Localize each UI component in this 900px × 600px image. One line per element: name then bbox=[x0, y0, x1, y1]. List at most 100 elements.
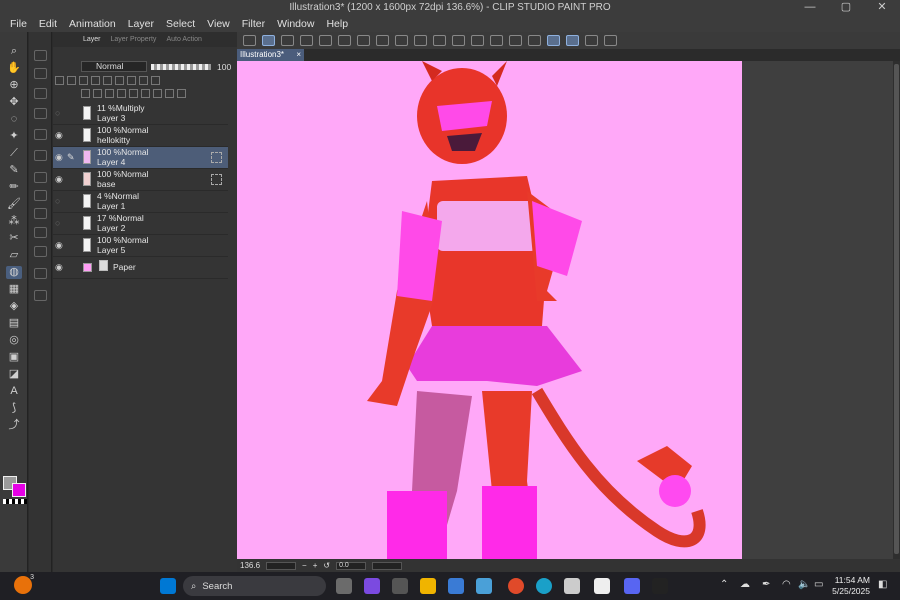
color-indicator[interactable] bbox=[3, 476, 27, 504]
open-folder-icon[interactable] bbox=[319, 35, 332, 46]
chevron-up-icon[interactable]: ⌃ bbox=[720, 579, 728, 590]
snap-special-ruler-icon[interactable] bbox=[566, 35, 579, 46]
layer-name[interactable]: base bbox=[97, 179, 115, 189]
visibility-icon[interactable]: ○ bbox=[55, 197, 64, 206]
zoom-slider[interactable] bbox=[266, 561, 297, 570]
eraser-icon[interactable]: ▱ bbox=[6, 249, 22, 262]
ibis-paint-icon[interactable] bbox=[652, 578, 668, 594]
gradient-icon[interactable]: ▤ bbox=[6, 317, 22, 330]
trash-icon[interactable] bbox=[177, 89, 186, 98]
visibility-icon[interactable]: ○ bbox=[55, 109, 64, 118]
ruler-icon[interactable]: ▣ bbox=[6, 351, 22, 364]
airbrush-icon[interactable]: ⁂ bbox=[6, 215, 22, 228]
layer-row[interactable]: ◉ 100 %Normal hellokitty bbox=[53, 125, 228, 147]
subtool-icon[interactable] bbox=[34, 246, 47, 257]
clip-studio-taskbar-icon[interactable] bbox=[564, 578, 580, 594]
decoration-icon[interactable]: ✂ bbox=[6, 232, 22, 245]
draft-icon[interactable] bbox=[91, 76, 100, 85]
hand-icon[interactable]: ✋ bbox=[6, 62, 22, 75]
save-icon[interactable] bbox=[338, 35, 351, 46]
combine-icon[interactable] bbox=[129, 89, 138, 98]
clip-studio-paint-icon[interactable] bbox=[594, 578, 610, 594]
zoom-icon[interactable]: ⌕ bbox=[6, 45, 22, 58]
figure-icon[interactable]: ◎ bbox=[6, 334, 22, 347]
redo-icon[interactable] bbox=[376, 35, 389, 46]
clear-icon[interactable] bbox=[414, 35, 427, 46]
close-tab-icon[interactable]: × bbox=[296, 49, 301, 61]
layer-color-icon[interactable] bbox=[151, 76, 160, 85]
rotate-slider[interactable] bbox=[372, 561, 403, 570]
tab-layer-property[interactable]: Layer Property bbox=[111, 36, 157, 43]
frame-border-icon[interactable]: ◪ bbox=[6, 368, 22, 381]
subtool-icon[interactable] bbox=[34, 108, 47, 119]
layer-name[interactable]: Layer 4 bbox=[97, 157, 125, 167]
snap-ruler-icon[interactable] bbox=[547, 35, 560, 46]
wifi-icon[interactable]: ◠ bbox=[782, 579, 791, 590]
new-vector-layer-icon[interactable] bbox=[93, 89, 102, 98]
layer-row[interactable]: ○ 4 %Normal Layer 1 bbox=[53, 191, 228, 213]
canvas-area[interactable] bbox=[237, 61, 893, 559]
clip-icon[interactable] bbox=[67, 76, 76, 85]
deselect-icon[interactable] bbox=[490, 35, 503, 46]
close-button[interactable]: ✕ bbox=[864, 0, 900, 15]
tab-auto-action[interactable]: Auto Action bbox=[166, 36, 201, 43]
text-icon[interactable]: A bbox=[6, 385, 22, 398]
notepad-icon[interactable] bbox=[476, 578, 492, 594]
layer-row-selected[interactable]: ◉ ✎ 100 %Normal Layer 4 bbox=[53, 147, 228, 169]
blend-icon[interactable]: ◍ bbox=[6, 266, 22, 279]
companion-mode-icon[interactable] bbox=[604, 35, 617, 46]
menu-select[interactable]: Select bbox=[160, 18, 201, 30]
balloon-icon[interactable]: ⟆ bbox=[6, 402, 22, 415]
chrome-icon[interactable] bbox=[508, 578, 524, 594]
store-icon[interactable] bbox=[448, 578, 464, 594]
ruler-link-icon[interactable] bbox=[115, 76, 124, 85]
fill-icon[interactable] bbox=[433, 35, 446, 46]
system-clock[interactable]: 11:54 AM 5/25/2025 bbox=[832, 575, 870, 597]
subtool-icon[interactable] bbox=[34, 150, 47, 161]
correct-line-icon[interactable]: ⤴ bbox=[6, 419, 22, 432]
blend-mode-select[interactable]: Normal bbox=[81, 61, 147, 72]
volume-icon[interactable]: 🔈 bbox=[798, 579, 810, 590]
layer-name[interactable]: Layer 2 bbox=[97, 223, 125, 233]
move-icon[interactable]: ✥ bbox=[6, 96, 22, 109]
transform-icon[interactable] bbox=[452, 35, 465, 46]
magic-wand-icon[interactable]: ✦ bbox=[6, 130, 22, 143]
reference-layer-icon[interactable] bbox=[211, 152, 222, 163]
windows-start-icon[interactable] bbox=[160, 578, 176, 594]
task-view-icon[interactable] bbox=[336, 578, 352, 594]
layer-row[interactable]: ○ 11 %Multiply Layer 3 bbox=[53, 103, 228, 125]
subtool-icon[interactable] bbox=[34, 68, 47, 79]
sub-color-swatch[interactable] bbox=[12, 483, 26, 497]
layer-name[interactable]: Layer 5 bbox=[97, 245, 125, 255]
operation-icon[interactable]: ⊕ bbox=[6, 79, 22, 92]
subtool-icon[interactable] bbox=[34, 227, 47, 238]
document-tab[interactable]: Illustration3* × bbox=[237, 49, 304, 61]
apply-mask-icon[interactable] bbox=[153, 89, 162, 98]
menu-animation[interactable]: Animation bbox=[63, 18, 122, 30]
angle-field[interactable]: 0.0 bbox=[336, 561, 367, 570]
file-explorer-icon[interactable] bbox=[420, 578, 436, 594]
menu-icon[interactable] bbox=[243, 35, 256, 46]
subtool-icon[interactable] bbox=[34, 290, 47, 301]
layer-mask-icon[interactable] bbox=[141, 89, 150, 98]
subtool-icon[interactable] bbox=[34, 50, 47, 61]
reference-icon[interactable] bbox=[79, 76, 88, 85]
lock-icon[interactable] bbox=[55, 76, 64, 85]
vertical-scrollbar[interactable] bbox=[893, 61, 900, 559]
layer-name[interactable]: hellokitty bbox=[97, 135, 130, 145]
discord-icon[interactable] bbox=[624, 578, 640, 594]
layer-row[interactable]: ○ 17 %Normal Layer 2 bbox=[53, 213, 228, 235]
menu-file[interactable]: File bbox=[4, 18, 33, 30]
layer-panel-icon[interactable] bbox=[34, 208, 47, 219]
copilot-icon[interactable] bbox=[364, 578, 380, 594]
paper-layer-row[interactable]: ◉ Paper bbox=[53, 257, 228, 279]
tab-layer[interactable]: Layer bbox=[83, 36, 101, 43]
rotate-icon[interactable]: ↺ bbox=[323, 561, 330, 570]
subtool-icon[interactable] bbox=[34, 172, 47, 183]
battery-icon[interactable]: ▭ bbox=[814, 579, 823, 590]
tool-mode-icon[interactable] bbox=[262, 35, 275, 46]
transfer-down-icon[interactable] bbox=[117, 89, 126, 98]
mask-icon[interactable] bbox=[103, 76, 112, 85]
opacity-value[interactable]: 100 bbox=[217, 62, 231, 72]
layer-row[interactable]: ◉ 100 %Normal Layer 5 bbox=[53, 235, 228, 257]
